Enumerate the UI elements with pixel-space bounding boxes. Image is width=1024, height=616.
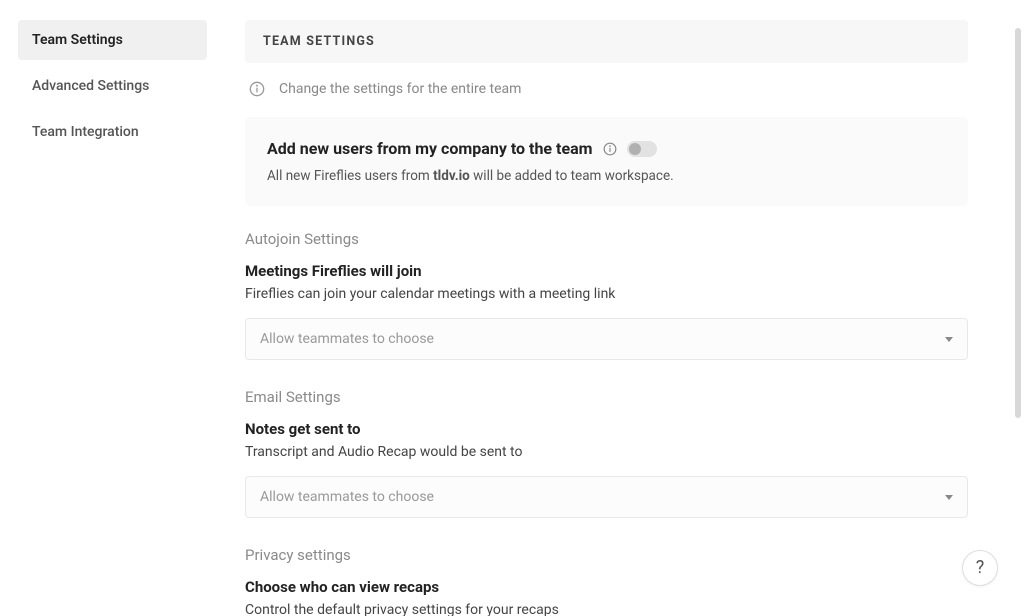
sidebar-item-advanced-settings[interactable]: Advanced Settings <box>18 66 207 106</box>
add-users-toggle[interactable] <box>627 141 657 157</box>
info-row: Change the settings for the entire team <box>245 63 968 117</box>
sidebar-item-team-settings[interactable]: Team Settings <box>18 20 207 60</box>
chevron-down-icon <box>945 495 953 500</box>
autojoin-select[interactable]: Allow teammates to choose <box>245 318 968 360</box>
autojoin-section: Autojoin Settings Meetings Fireflies wil… <box>245 230 968 360</box>
privacy-section: Privacy settings Choose who can view rec… <box>245 546 968 616</box>
page-title: TEAM SETTINGS <box>263 34 375 49</box>
chevron-down-icon <box>945 337 953 342</box>
privacy-desc: Control the default privacy settings for… <box>245 602 968 616</box>
sidebar-item-team-integration[interactable]: Team Integration <box>18 112 207 152</box>
privacy-title: Choose who can view recaps <box>245 578 968 596</box>
info-icon <box>603 142 617 156</box>
email-select[interactable]: Allow teammates to choose <box>245 476 968 518</box>
privacy-section-label: Privacy settings <box>245 546 968 564</box>
sidebar: Team Settings Advanced Settings Team Int… <box>0 0 225 616</box>
sidebar-item-label: Team Settings <box>32 32 123 48</box>
add-users-desc: All new Fireflies users from tldv.io wil… <box>267 168 946 184</box>
info-text: Change the settings for the entire team <box>279 81 521 97</box>
main-content: TEAM SETTINGS Change the settings for th… <box>225 0 1024 616</box>
help-icon: ? <box>976 559 985 577</box>
toggle-knob <box>629 143 641 155</box>
email-title: Notes get sent to <box>245 420 968 438</box>
add-users-title: Add new users from my company to the tea… <box>267 139 593 158</box>
sidebar-item-label: Team Integration <box>32 124 139 140</box>
autojoin-desc: Fireflies can join your calendar meeting… <box>245 286 968 302</box>
help-button[interactable]: ? <box>962 550 998 586</box>
info-icon <box>249 81 265 97</box>
email-section: Email Settings Notes get sent to Transcr… <box>245 388 968 518</box>
select-value: Allow teammates to choose <box>260 489 434 505</box>
select-value: Allow teammates to choose <box>260 331 434 347</box>
autojoin-title: Meetings Fireflies will join <box>245 262 968 280</box>
add-users-card: Add new users from my company to the tea… <box>245 117 968 206</box>
scroll-thumb[interactable] <box>1015 28 1021 418</box>
email-section-label: Email Settings <box>245 388 968 406</box>
autojoin-section-label: Autojoin Settings <box>245 230 968 248</box>
email-desc: Transcript and Audio Recap would be sent… <box>245 444 968 460</box>
sidebar-item-label: Advanced Settings <box>32 78 149 94</box>
page-header: TEAM SETTINGS <box>245 20 968 63</box>
